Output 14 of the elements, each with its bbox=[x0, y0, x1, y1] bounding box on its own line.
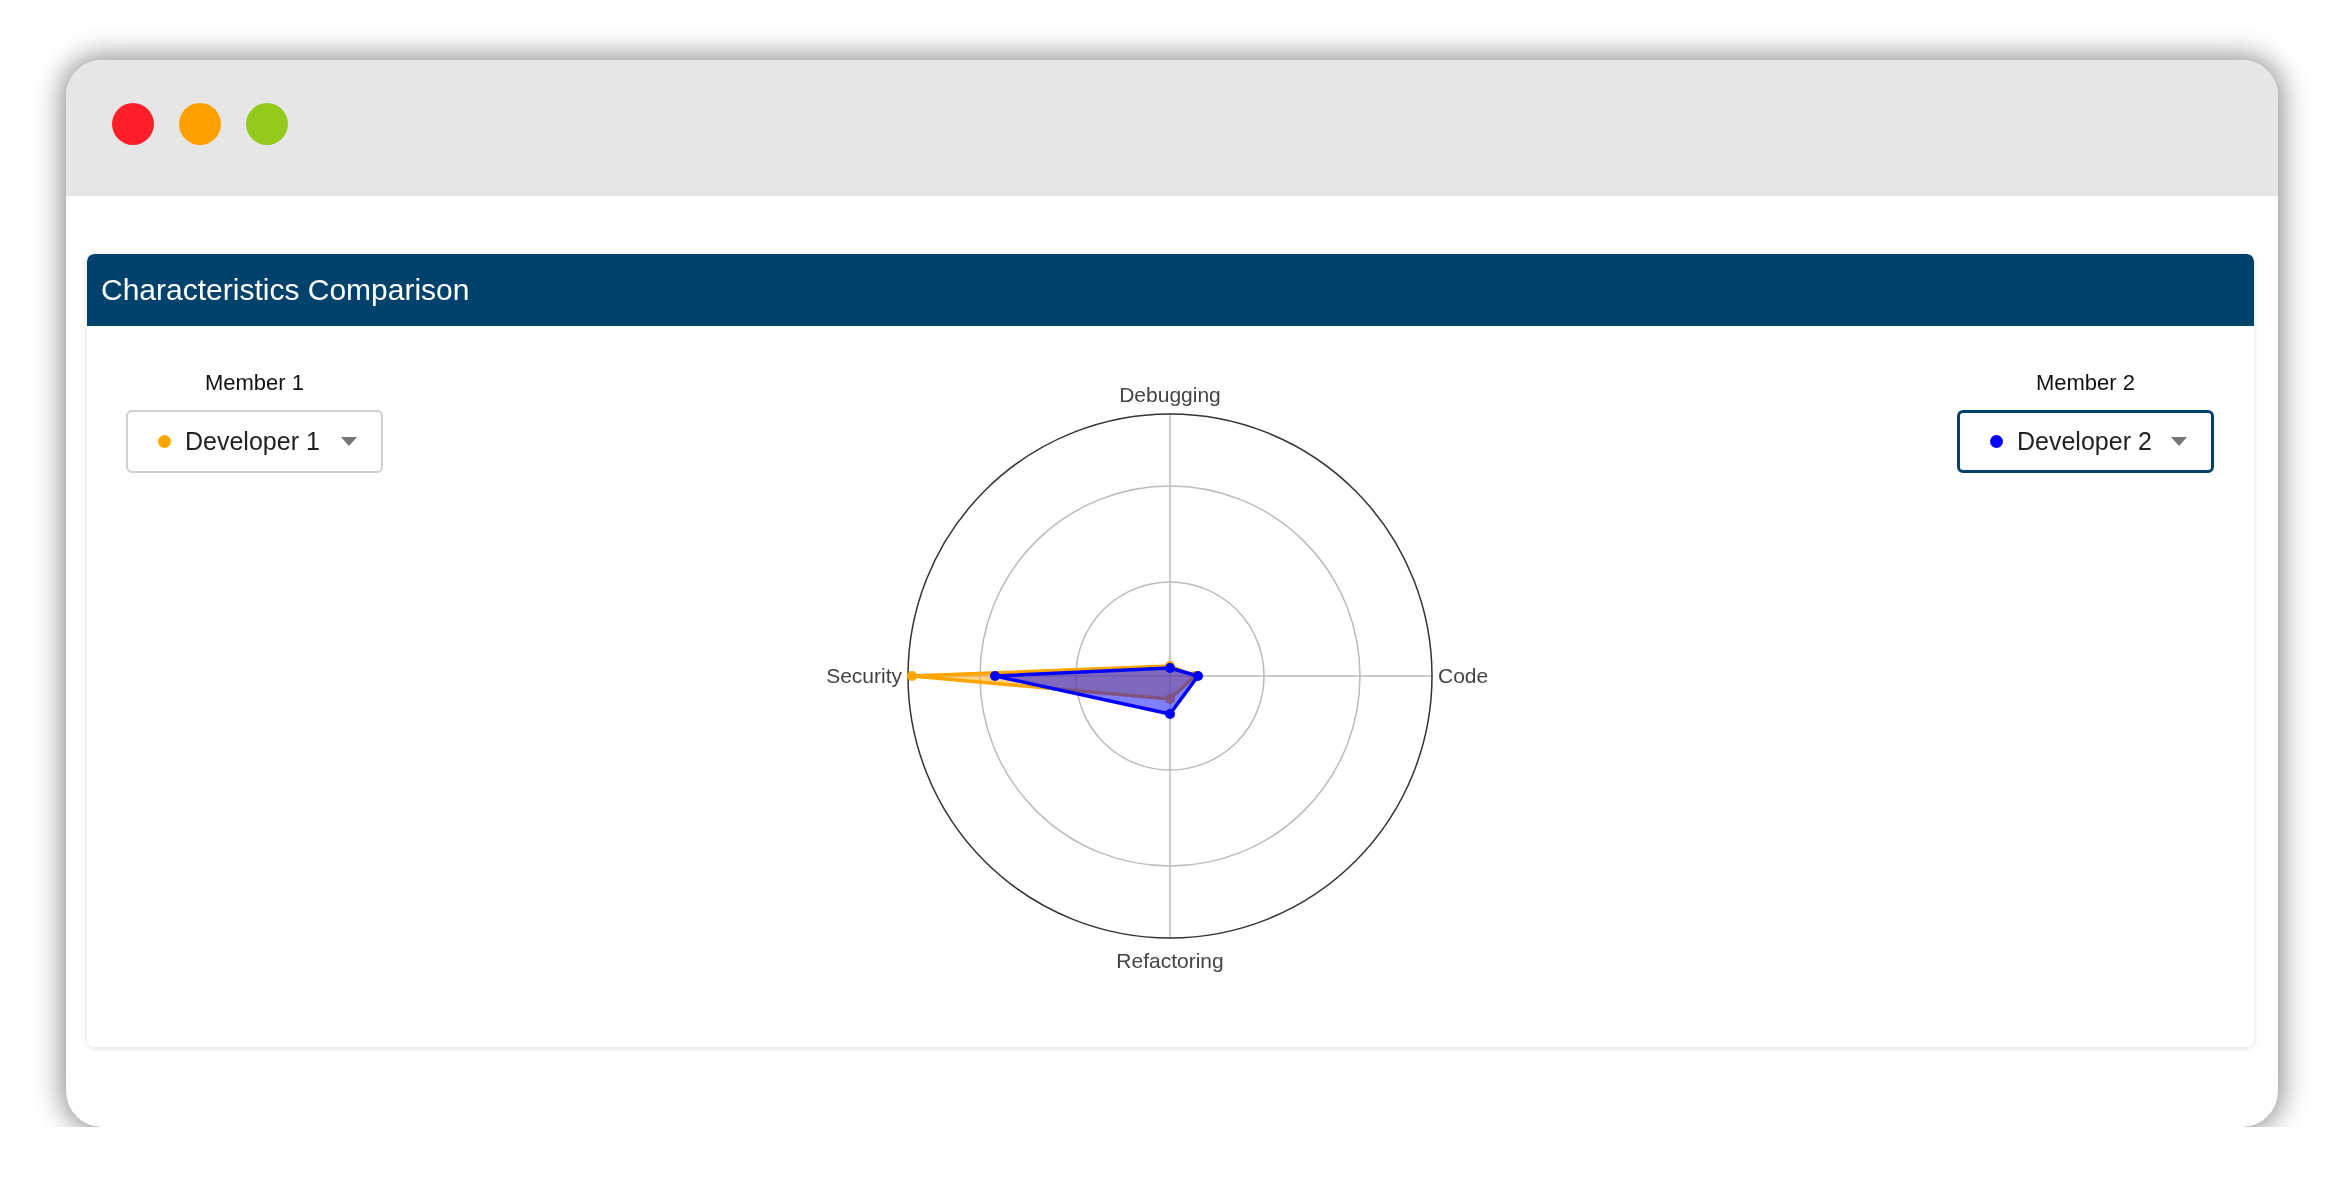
member-dropdown[interactable]: Developer 2 bbox=[1957, 410, 2214, 473]
window-control-button[interactable] bbox=[179, 103, 221, 145]
axis-label: Debugging bbox=[1119, 383, 1221, 406]
axis-label: Refactoring bbox=[1116, 949, 1224, 972]
caret-icon bbox=[341, 437, 357, 446]
window-control-button[interactable] bbox=[112, 103, 154, 145]
window-control-button[interactable] bbox=[246, 103, 288, 145]
panel-title: Characteristics Comparison bbox=[101, 273, 470, 307]
axis-label: Code bbox=[1438, 664, 1489, 687]
axis-label: Security bbox=[826, 664, 902, 687]
member-label: Member 2 bbox=[2035, 370, 2135, 396]
caret-icon bbox=[2171, 437, 2187, 446]
member-dropdown[interactable]: Developer 1 bbox=[126, 410, 383, 473]
member-label: Member 1 bbox=[204, 370, 304, 396]
